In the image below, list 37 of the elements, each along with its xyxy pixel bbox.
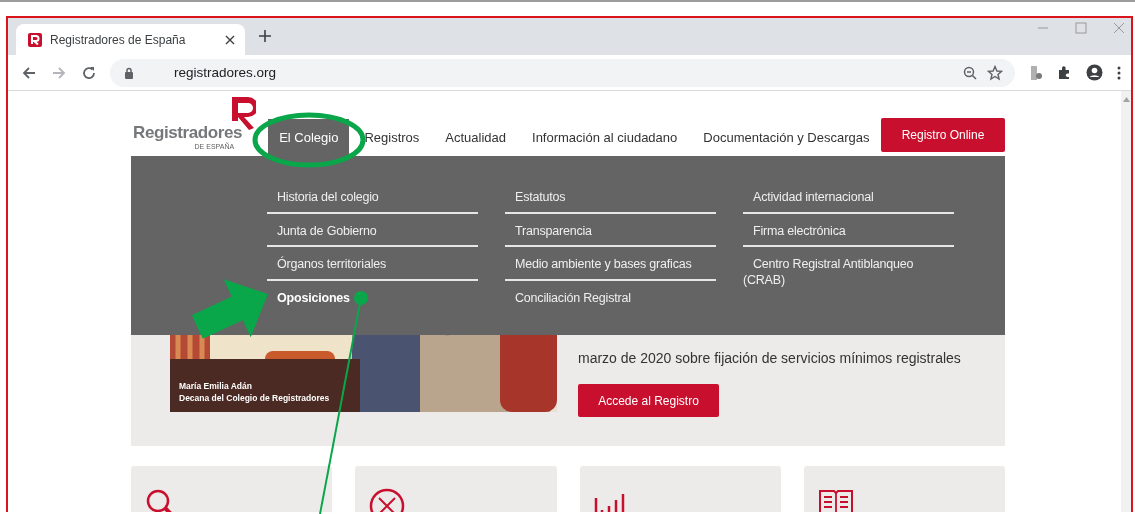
profile-icon[interactable] — [1086, 64, 1103, 81]
logo-text[interactable]: Registradores — [133, 123, 243, 143]
menu-item[interactable]: Actividad internacional — [743, 180, 954, 214]
new-tab-icon[interactable] — [259, 30, 271, 42]
close-icon[interactable] — [225, 34, 235, 45]
star-icon[interactable] — [987, 64, 1003, 81]
hero-text: marzo de 2020 sobre fijación de servicios mínimos registrales — [578, 350, 962, 366]
reload-icon[interactable] — [82, 65, 96, 80]
browser-tab[interactable]: Registradores de España — [16, 24, 245, 55]
nav-link[interactable]: Actualidad — [434, 119, 518, 156]
accede-button[interactable]: Accede al Registro — [578, 384, 719, 417]
menu-item[interactable]: Firma electrónica — [743, 213, 954, 247]
menu-item[interactable]: Órganos territoriales — [267, 247, 478, 281]
menu-item[interactable]: Oposiciones — [267, 280, 478, 314]
extension-icon[interactable] — [1029, 64, 1043, 81]
menu-item[interactable]: Conciliación Registral — [505, 280, 716, 314]
menu-item[interactable]: Centro Registral Antiblanqueo (CRAB) — [743, 247, 954, 288]
zoom-icon[interactable] — [963, 65, 977, 80]
back-icon[interactable] — [22, 65, 36, 80]
registro-online-button[interactable]: Registro Online — [881, 118, 1005, 152]
marker-dot — [354, 291, 368, 305]
nav-link[interactable]: Información al ciudadano — [521, 119, 689, 156]
menu-item[interactable]: Estatutos — [505, 180, 716, 214]
address-bar[interactable]: registradores.org — [110, 58, 1015, 87]
nav-link[interactable]: Registros — [353, 119, 431, 156]
menu-item[interactable]: Medio ambiente y bases graficas — [505, 247, 716, 281]
menu-icon[interactable] — [1117, 65, 1121, 80]
site-logo-icon — [28, 32, 42, 47]
menu-item[interactable]: Transparencia — [505, 213, 716, 247]
nav-link[interactable]: Documentación y Descargas — [692, 119, 881, 156]
menu-item[interactable]: Historia del colegio — [267, 180, 478, 214]
photo-caption: María Emilia Adán Decana del Colegio de Registradores — [179, 380, 330, 404]
menu-item[interactable]: Junta de Gobierno — [267, 213, 478, 247]
book-icon — [817, 488, 854, 512]
lock-icon — [124, 66, 134, 79]
nav-link[interactable]: El Colegio — [268, 119, 350, 156]
puzzle-icon[interactable] — [1057, 65, 1072, 80]
